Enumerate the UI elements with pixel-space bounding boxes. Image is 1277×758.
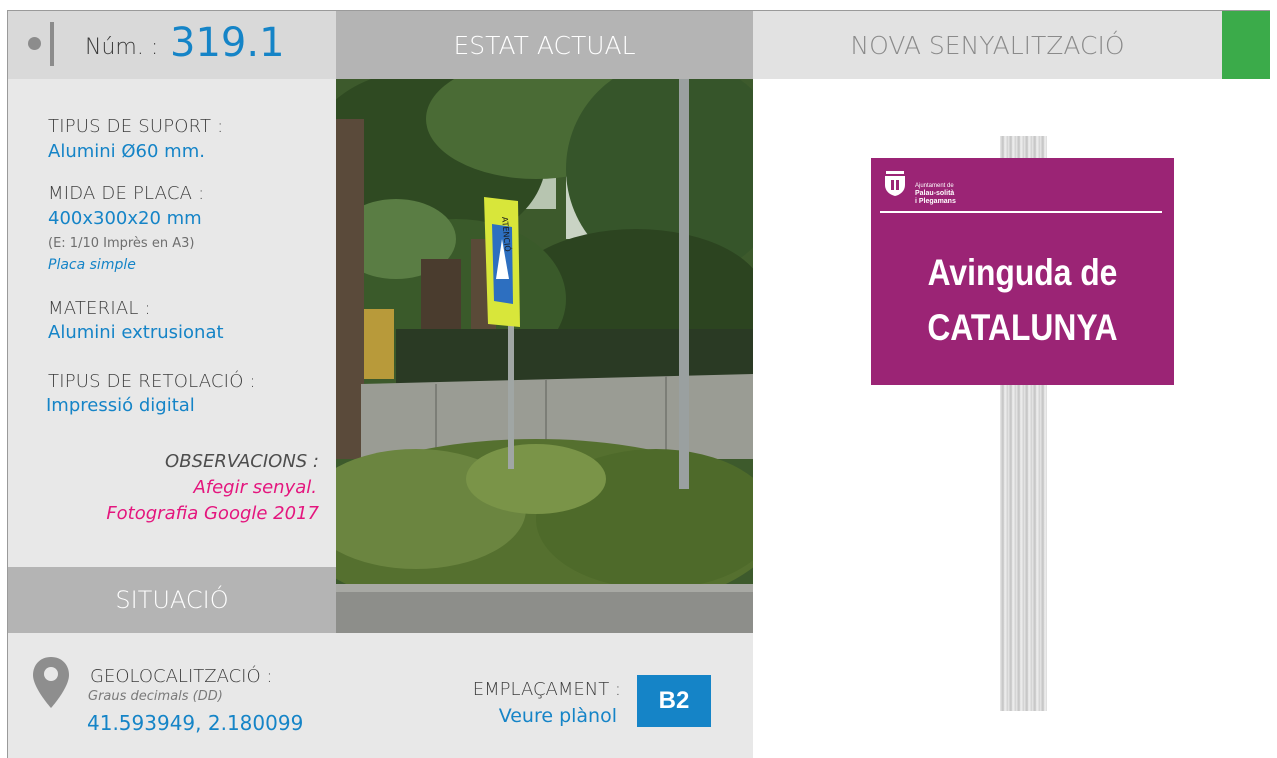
material-value: Alumini extrusionat [48,322,224,343]
section-nova-senyalitzacio: NOVA SENYALITZACIÓ [753,11,1222,79]
municipal-crest-icon [885,171,905,196]
mida-value: 400x300x20 mm [48,208,202,229]
plan-grid-badge[interactable]: B2 [637,675,711,727]
retolacio-value: Impressió digital [46,395,195,416]
geolocalitzacio-value: 41.593949, 2.180099 [87,711,304,735]
material-label: MATERIAL : [48,298,151,319]
observacions-line-2: Fotografia Google 2017 [106,503,319,524]
situacio-heading: SITUACIÓ [8,567,336,633]
geolocalitzacio-format: Graus decimals (DD) [88,689,223,704]
observacions-line-1: Afegir senyal. [193,477,317,498]
mida-note: (E: 1/10 Imprès en A3) [48,236,195,251]
geolocalitzacio-label: GEOLOCALITZACIÓ : [90,666,273,687]
emplacament-label: EMPLAÇAMENT : [472,679,621,700]
sign-org-line-1: Ajuntament de [915,183,954,189]
mida-type: Placa simple [48,257,136,273]
number-value: 319.1 [170,20,285,66]
sign-org-line-3: i Plegamans [915,198,956,205]
sign-street-line-2: CATALUNYA [927,307,1118,348]
sign-street-line-1: Avinguda de [927,252,1118,293]
veure-planol-link[interactable]: Veure plànol [499,705,617,727]
map-pin-icon [33,657,69,708]
suport-value: Alumini Ø60 mm. [48,141,205,162]
number-label: Núm. : [85,35,159,60]
status-green-tab [1222,11,1270,79]
mida-label: MIDA DE PLACA : [48,183,205,204]
sign-org-line-2: Palau-solità [915,190,955,197]
observacions-label: OBSERVACIONS : [165,451,319,472]
sign-divider [880,211,1162,213]
suport-label: TIPUS DE SUPORT : [48,116,224,137]
section-estat-actual: ESTAT ACTUAL [336,11,753,79]
retolacio-label: TIPUS DE RETOLACIÓ : [48,371,256,392]
current-state-photo: ATENCIÓ [336,79,753,633]
header-divider [50,22,54,66]
bullet-dot-icon [28,37,41,50]
